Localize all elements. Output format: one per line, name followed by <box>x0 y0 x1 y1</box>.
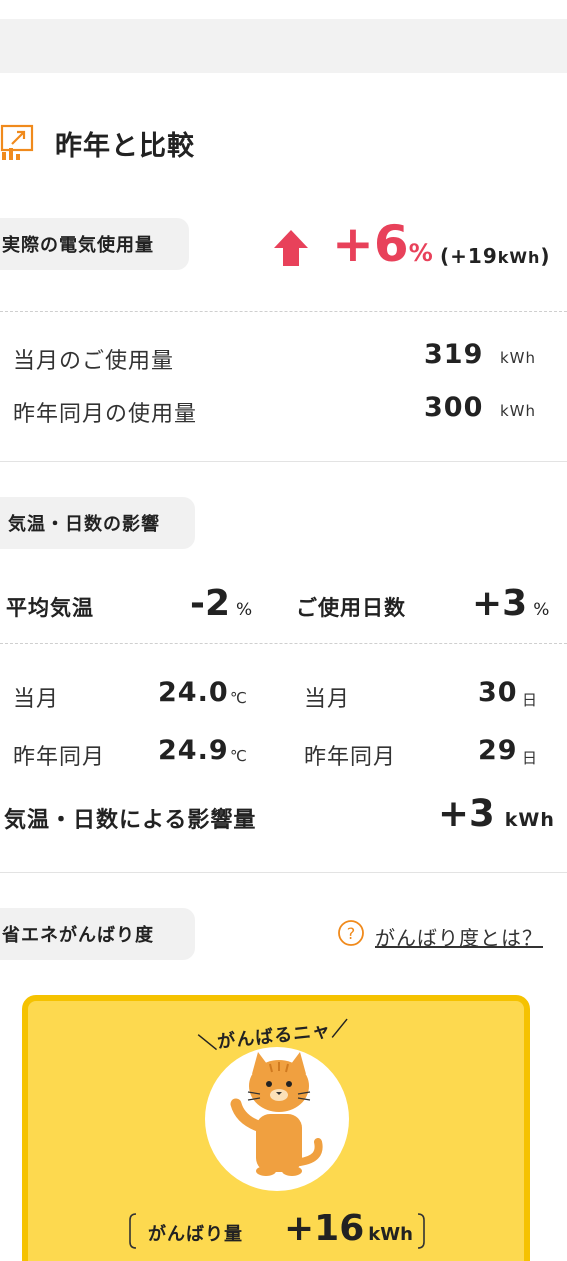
prev-usage-value: 300 <box>424 392 484 423</box>
days-current-value: 30 <box>478 677 518 708</box>
temp-current-value: 24.0 <box>158 677 229 708</box>
effort-amount-box: がんばり量 +16 kWh <box>128 1208 426 1250</box>
effort-amount-unit: kWh <box>368 1224 413 1245</box>
current-usage-label: 当月のご使用量 <box>13 349 175 374</box>
current-usage-value: 319 <box>424 339 484 370</box>
impact-label: 気温・日数による影響量 <box>4 808 257 833</box>
days-change-unit: % <box>533 600 550 620</box>
temp-prev-label: 昨年同月 <box>13 745 106 770</box>
temp-prev-value: 24.9 <box>158 735 229 766</box>
delta-unit: kWh <box>497 248 541 267</box>
temp-change-unit: % <box>236 600 253 620</box>
effort-help-link[interactable]: がんばり度とは？ <box>375 922 543 951</box>
prev-usage-label: 昨年同月の使用量 <box>13 402 198 427</box>
avg-temp-label: 平均気温 <box>6 596 94 620</box>
chart-compare-icon <box>0 122 36 162</box>
change-value: +6 <box>332 215 409 273</box>
divider <box>0 643 567 644</box>
effort-amount-label: がんばり量 <box>148 1224 243 1245</box>
top-gray-band <box>0 19 567 73</box>
days-month-label: 当月 <box>304 687 351 712</box>
days-change-value: +3 <box>472 583 528 624</box>
days-prev-value: 29 <box>478 735 518 766</box>
days-prev-label: 昨年同月 <box>304 745 397 770</box>
days-prev-unit: 日 <box>522 749 539 767</box>
divider <box>0 872 567 873</box>
question-circle-icon[interactable]: ? <box>337 919 365 947</box>
change-percent: +6% <box>332 214 433 283</box>
days-current-unit: 日 <box>522 691 539 709</box>
delta-value: (+19 <box>440 244 498 268</box>
temp-change-value: -2 <box>190 583 230 624</box>
temp-prev-unit: ℃ <box>230 747 248 765</box>
change-unit: % <box>408 239 433 267</box>
effort-amount: +16 kWh <box>284 1208 413 1249</box>
impact-amount: +3 kWh <box>438 792 555 835</box>
actual-usage-pill: 実際の電気使用量 <box>0 218 189 270</box>
prev-usage-unit: kWh <box>500 402 537 420</box>
section-title: 昨年と比較 <box>55 131 195 162</box>
impact-value: +3 <box>438 792 495 835</box>
change-kwh: (+19kWh) <box>440 244 551 268</box>
effort-amount-value: +16 <box>284 1208 365 1249</box>
cat-mascot-icon <box>200 1044 354 1194</box>
avg-temp-change: -2% <box>190 583 252 624</box>
weather-impact-pill: 気温・日数の影響 <box>0 497 195 549</box>
arrow-up-icon <box>272 228 310 268</box>
current-usage-unit: kWh <box>500 349 537 367</box>
divider <box>0 311 567 312</box>
divider <box>0 461 567 462</box>
impact-unit: kWh <box>504 809 555 831</box>
svg-text:?: ? <box>347 924 356 943</box>
temp-current-unit: ℃ <box>230 689 248 707</box>
delta-close: ) <box>540 244 551 268</box>
temp-month-label: 当月 <box>13 687 60 712</box>
usage-days-label: ご使用日数 <box>296 596 406 620</box>
effort-pill: 省エネがんばり度 <box>0 908 195 960</box>
usage-days-change: +3% <box>472 583 549 624</box>
